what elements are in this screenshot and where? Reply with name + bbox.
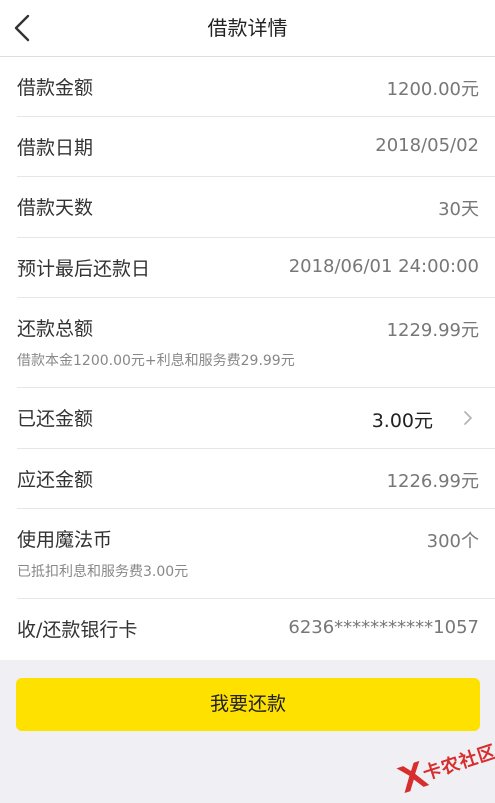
loan-detail-list: 借款金额 1200.00元 借款日期 2018/05/02 借款天数 30天 预… [0,57,495,660]
row-expected-due-date: 预计最后还款日 2018/06/01 24:00:00 [0,238,495,298]
row-label: 应还金额 [17,469,94,491]
row-value: 3.00元 [371,410,433,432]
row-subtext: 已抵扣利息和服务费3.00元 [17,564,189,580]
row-loan-days: 借款天数 30天 [0,177,495,238]
row-label: 借款天数 [17,197,94,219]
row-magic-coins: 使用魔法币 300个 已抵扣利息和服务费3.00元 [0,509,495,599]
row-total-repayment: 还款总额 1229.99元 借款本金1200.00元+利息和服务费29.99元 [0,298,495,388]
row-loan-amount: 借款金额 1200.00元 [0,57,495,117]
row-label: 使用魔法币 [17,529,113,551]
row-label: 还款总额 [17,318,94,340]
repay-button[interactable]: 我要还款 [16,678,480,731]
row-label: 借款日期 [17,137,94,159]
page-title: 借款详情 [207,16,288,40]
row-loan-date: 借款日期 2018/05/02 [0,117,495,177]
row-value: 30天 [438,199,479,220]
row-label: 收/还款银行卡 [17,619,138,641]
row-label: 预计最后还款日 [17,258,151,280]
row-label: 已还金额 [17,408,94,430]
row-value: 6236***********1057 [288,617,479,638]
nav-header: 借款详情 [0,0,495,57]
row-value: 1229.99元 [386,320,479,341]
row-label: 借款金额 [17,77,94,99]
watermark-logo: 卡农社区 [388,730,495,803]
row-subtext: 借款本金1200.00元+利息和服务费29.99元 [17,353,295,369]
watermark-text: 卡农社区 [420,741,495,785]
row-value: 300个 [426,531,479,552]
row-value: 1200.00元 [386,79,479,100]
loan-detail-page: 借款详情 借款金额 1200.00元 借款日期 2018/05/02 借款天数 … [0,0,495,803]
row-value: 1226.99元 [386,471,479,492]
row-amount-due: 应还金额 1226.99元 [0,449,495,509]
row-value: 2018/06/01 24:00:00 [288,256,479,277]
row-value: 2018/05/02 [375,135,479,156]
row-bank-card: 收/还款银行卡 6236***********1057 [0,599,495,660]
row-repaid-amount[interactable]: 已还金额 3.00元 [0,388,495,449]
chevron-right-icon [464,411,472,425]
